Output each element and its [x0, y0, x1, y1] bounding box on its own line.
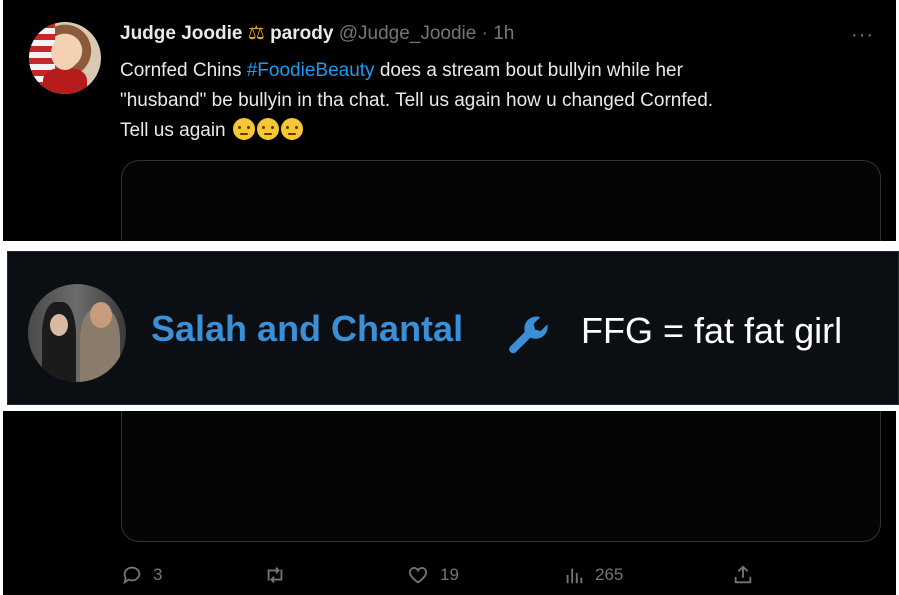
- hashtag-link[interactable]: #FoodieBeauty: [247, 60, 375, 81]
- views-button[interactable]: 265: [563, 564, 623, 586]
- reply-count: 3: [153, 565, 163, 584]
- tweet-header: Judge Joodie ⚖ parody @Judge_Joodie · 1h: [120, 22, 514, 45]
- chat-user-avatar: [28, 284, 126, 382]
- rolling-eyes-emoji-icon: [280, 118, 303, 140]
- rolling-eyes-emoji-icon: [256, 118, 279, 140]
- avatar-face: [51, 36, 79, 70]
- rolling-eyes-emoji-icon: [232, 118, 255, 140]
- judge-robe: [43, 68, 87, 94]
- retweet-button[interactable]: [263, 564, 297, 586]
- tweet-text-part: Cornfed Chins: [120, 60, 247, 81]
- analytics-icon: [566, 568, 583, 584]
- parody-label: parody: [270, 23, 334, 44]
- tweet-time[interactable]: 1h: [493, 23, 514, 44]
- avatar-person-face: [50, 314, 68, 336]
- tweet-text-part: does a stream bout bullyin while her: [374, 60, 683, 81]
- chat-message-text: FFG = fat fat girl: [581, 310, 843, 351]
- author-name[interactable]: Judge Joodie: [120, 23, 242, 44]
- scales-icon: ⚖: [247, 23, 265, 44]
- avatar-person-face: [90, 302, 112, 328]
- separator-dot: ·: [481, 23, 488, 44]
- tweet-actions: 3 19 265: [3, 564, 896, 592]
- reply-button[interactable]: 3: [121, 564, 162, 586]
- view-count: 265: [595, 565, 624, 584]
- tweet-text-line: "husband" be bullyin in tha chat. Tell u…: [120, 90, 714, 111]
- share-button[interactable]: [732, 564, 754, 586]
- tweet-text: Cornfed Chins #FoodieBeauty does a strea…: [120, 56, 860, 146]
- chat-message: Salah and Chantal FFG = fat fat girl: [7, 251, 899, 405]
- more-options-icon[interactable]: ···: [851, 24, 874, 47]
- retweet-icon: [267, 567, 283, 583]
- reply-icon: [123, 566, 141, 585]
- author-avatar[interactable]: [29, 22, 101, 94]
- like-button[interactable]: 19: [406, 564, 459, 586]
- heart-icon: [408, 567, 428, 584]
- share-icon: [734, 565, 752, 584]
- tweet-text-line: Tell us again: [120, 120, 226, 141]
- chat-username: Salah and Chantal: [151, 308, 464, 349]
- like-count: 19: [440, 565, 459, 584]
- author-handle[interactable]: @Judge_Joodie: [339, 23, 477, 44]
- chat-screenshot-overlay: Salah and Chantal FFG = fat fat girl: [0, 241, 899, 411]
- wrench-icon: [509, 316, 548, 354]
